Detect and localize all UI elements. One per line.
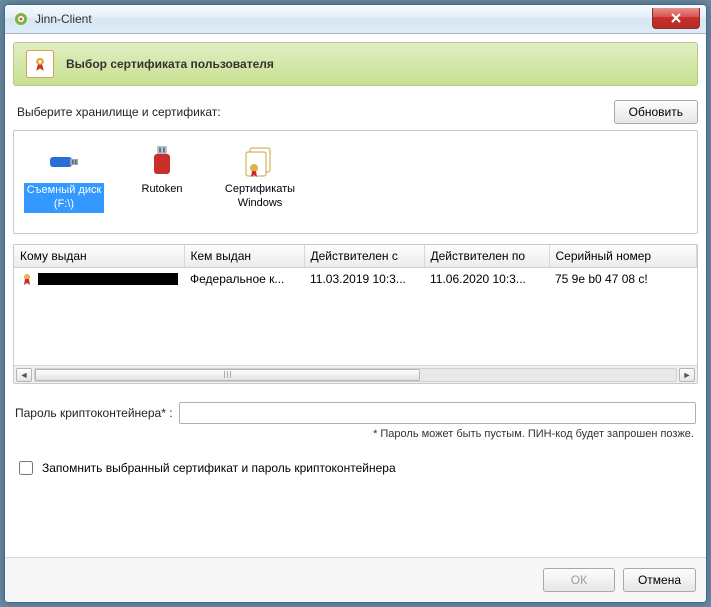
password-row: Пароль криптоконтейнера* : [13,402,698,424]
col-issued-by[interactable]: Кем выдан [184,245,304,268]
header-banner: Выбор сертификата пользователя [13,42,698,86]
remember-row: Запомнить выбранный сертификат и пароль … [13,458,698,478]
remember-checkbox[interactable] [19,461,33,475]
scroll-left-arrow[interactable]: ◄ [16,368,32,382]
app-window: Jinn-Client Выбор сертификата пользовате… [4,4,707,603]
cancel-button[interactable]: Отмена [623,568,696,592]
body-area: Выберите хранилище и сертификат: Обновит… [13,96,698,549]
certificate-row-icon [20,272,34,286]
horizontal-scrollbar[interactable]: ◄ ► [14,365,697,383]
app-icon [13,11,29,27]
content-area: Выбор сертификата пользователя Выберите … [5,34,706,557]
cell-issued-by: Федеральное к... [184,268,304,292]
storage-list[interactable]: Съемный диск (F:\) Rutoken Сертификаты W… [13,130,698,234]
storage-item-label: Съемный диск (F:\) [24,183,104,213]
scroll-thumb[interactable] [35,369,420,381]
scroll-track[interactable] [34,368,677,382]
table-header-row[interactable]: Кому выдан Кем выдан Действителен с Дейс… [14,245,697,268]
certificate-icon [26,50,54,78]
col-valid-from[interactable]: Действителен с [304,245,424,268]
table-row[interactable]: Федеральное к... 11.03.2019 10:3... 11.0… [14,268,697,292]
windows-certs-icon [238,143,282,179]
col-serial[interactable]: Серийный номер [549,245,697,268]
footer: ОК Отмена [5,557,706,602]
storage-item-windows-certs[interactable]: Сертификаты Windows [218,139,302,215]
storage-item-rutoken[interactable]: Rutoken [120,139,204,201]
rutoken-icon [140,143,184,179]
password-label: Пароль криптоконтейнера* : [15,406,173,420]
password-input[interactable] [179,402,696,424]
cell-valid-to: 11.06.2020 10:3... [424,268,549,292]
col-issued-to[interactable]: Кому выдан [14,245,184,268]
window-title: Jinn-Client [35,12,652,26]
storage-item-removable-disk[interactable]: Съемный диск (F:\) [22,139,106,217]
refresh-button[interactable]: Обновить [614,100,698,124]
cell-issued-to [38,273,178,285]
close-button[interactable] [652,8,700,29]
ok-button[interactable]: ОК [543,568,615,592]
storage-label: Выберите хранилище и сертификат: [17,105,221,119]
close-icon [670,13,682,23]
titlebar[interactable]: Jinn-Client [5,5,706,34]
banner-title: Выбор сертификата пользователя [66,57,274,71]
storage-row: Выберите хранилище и сертификат: Обновит… [13,100,698,130]
scroll-right-arrow[interactable]: ► [679,368,695,382]
storage-item-label: Сертификаты Windows [220,183,300,211]
storage-item-label: Rutoken [142,183,183,197]
col-valid-to[interactable]: Действителен по [424,245,549,268]
remember-label: Запомнить выбранный сертификат и пароль … [42,461,396,475]
cell-serial: 75 9e b0 47 08 c! [549,268,697,292]
certificate-table: Кому выдан Кем выдан Действителен с Дейс… [13,244,698,384]
password-hint: * Пароль может быть пустым. ПИН-код буде… [13,428,698,440]
cell-valid-from: 11.03.2019 10:3... [304,268,424,292]
usb-disk-icon [42,143,86,179]
